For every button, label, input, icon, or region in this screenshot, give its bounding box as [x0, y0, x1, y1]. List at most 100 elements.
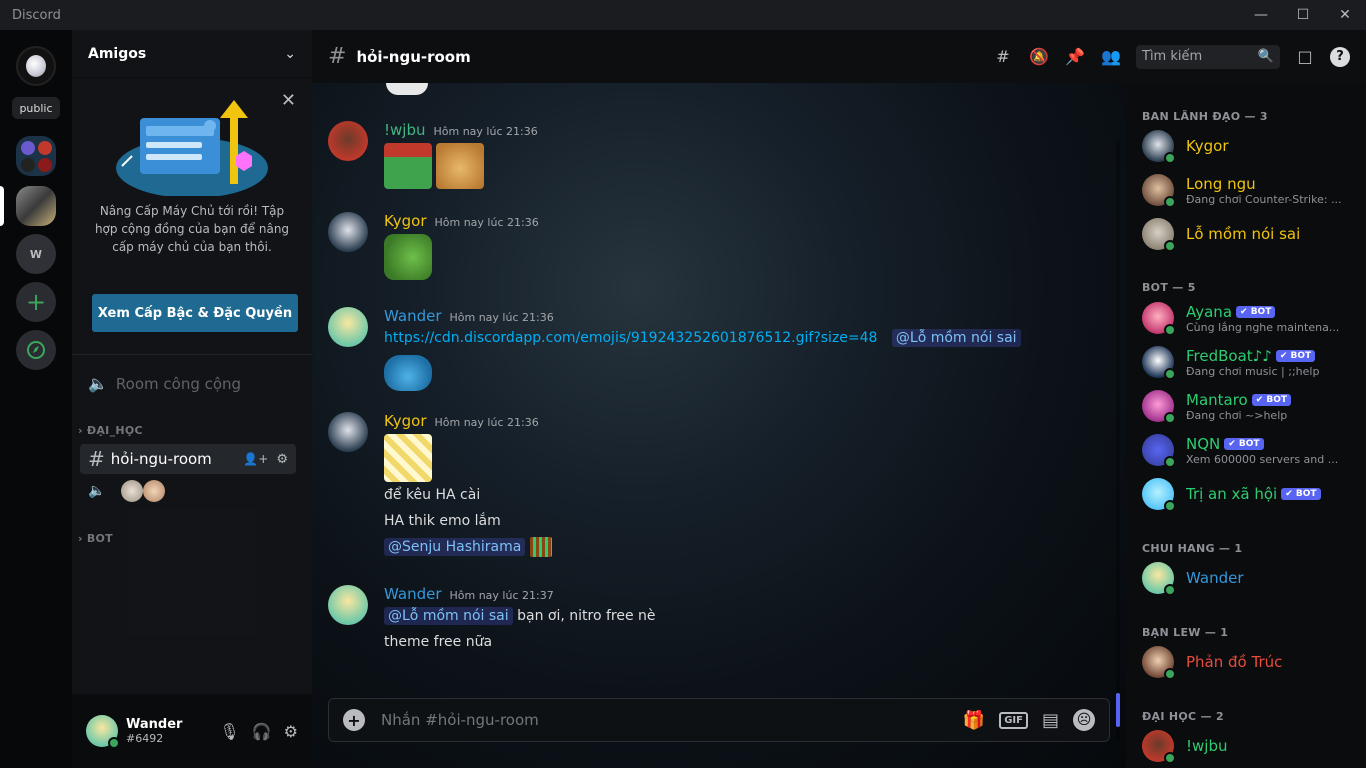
scrollbar-track[interactable] — [1116, 141, 1120, 741]
message-author[interactable]: Wander — [384, 585, 442, 603]
member-item[interactable]: NQN ✔ BOT Xem 600000 servers and ... — [1142, 429, 1358, 471]
doge-emoji-icon[interactable] — [436, 143, 484, 189]
bot-badge: ✔ BOT — [1281, 488, 1321, 500]
maximize-button[interactable]: ☐ — [1282, 0, 1324, 30]
member-item[interactable]: FredBoat♪♪ ✔ BOT Đang chơi music | ;;help — [1142, 341, 1358, 383]
avatar[interactable] — [328, 212, 368, 252]
member-name: Mantaro — [1186, 390, 1248, 409]
avatar[interactable] — [328, 585, 368, 625]
gear-icon[interactable]: ⚙ — [276, 452, 288, 467]
close-window-button[interactable]: ✕ — [1324, 0, 1366, 30]
threads-icon[interactable]: # — [992, 46, 1014, 68]
frog-sword-emoji-icon[interactable] — [384, 234, 432, 280]
avatar — [1142, 390, 1176, 424]
online-status-icon — [108, 737, 120, 749]
voice-channel-public[interactable]: 🔈 Room công cộng — [88, 374, 241, 393]
message-text: bạn ơi, nitro free nè — [517, 608, 656, 624]
user-mention[interactable]: @Lỗ mồm nói sai — [384, 607, 513, 625]
member-item[interactable]: Ayana ✔ BOT Cùng lắng nghe maintena... — [1142, 297, 1358, 339]
avatar[interactable] — [328, 121, 368, 161]
message-input[interactable]: Nhắn #hỏi-ngu-room — [381, 711, 963, 729]
user-mention[interactable]: @Lỗ mồm nói sai — [891, 329, 1021, 347]
message-item: Wander Hôm nay lúc 21:37 @Lỗ mồm nói sai… — [328, 585, 1108, 655]
member-list-icon[interactable]: 👥 — [1100, 46, 1122, 68]
channel-sidebar: Amigos ⌄ ✕ Nâng Cấp Máy Chủ tới rồi! Tập… — [72, 30, 312, 768]
avatar — [1142, 174, 1176, 208]
message-item: Kygor Hôm nay lúc 21:36 — [328, 212, 1108, 280]
voice-channel-row[interactable]: 🔈 — [88, 480, 166, 502]
channel-name: hỏi-ngu-room — [110, 450, 212, 468]
gif-button[interactable]: GIF — [999, 711, 1028, 729]
message-author[interactable]: Kygor — [384, 412, 427, 430]
w-server-icon[interactable]: W — [16, 234, 56, 274]
amigos-server-icon[interactable] — [16, 186, 56, 226]
member-item[interactable]: Long ngu Đang chơi Counter-Strike: ... — [1142, 169, 1358, 211]
speaker-icon: 🔈 — [88, 374, 108, 393]
invite-member-icon[interactable]: 👤+ — [243, 452, 268, 466]
avatar — [143, 480, 166, 502]
minimize-button[interactable]: — — [1240, 0, 1282, 30]
online-status-icon — [1164, 324, 1176, 336]
emoji-picker-icon[interactable]: ☹ — [1073, 709, 1095, 731]
message-image — [386, 83, 428, 95]
view-boost-perks-button[interactable]: Xem Cấp Bậc & Đặc Quyền — [92, 294, 298, 332]
explore-compass-icon[interactable] — [16, 330, 56, 370]
category-label: BOT — [86, 532, 113, 545]
avatar[interactable] — [328, 412, 368, 452]
channel-title: hỏi-ngu-room — [356, 47, 471, 66]
member-item[interactable]: !wjbu — [1142, 725, 1358, 767]
add-server-icon[interactable]: + — [16, 282, 56, 322]
online-status-icon — [1164, 240, 1176, 252]
user-mention[interactable]: @Senju Hashirama — [384, 538, 526, 556]
avatar[interactable] — [328, 307, 368, 347]
home-server-icon[interactable] — [16, 46, 56, 86]
member-activity: Đang chơi ~>help — [1186, 408, 1288, 422]
member-item[interactable]: Lỗ mồm nói sai — [1142, 213, 1358, 255]
message-composer[interactable]: + Nhắn #hỏi-ngu-room 🎁 GIF ▤ ☹ — [328, 698, 1110, 742]
guild-header[interactable]: Amigos ⌄ — [72, 30, 312, 78]
message-timestamp: Hôm nay lúc 21:36 — [433, 125, 538, 138]
search-input[interactable]: Tìm kiếm 🔍 — [1136, 44, 1280, 69]
add-attachment-icon[interactable]: + — [343, 709, 365, 731]
inbox-icon[interactable]: □ — [1294, 46, 1316, 68]
help-icon[interactable]: ? — [1330, 46, 1350, 67]
emoji-link[interactable]: https://cdn.discordapp.com/emojis/919243… — [384, 330, 877, 346]
scrollbar-thumb[interactable] — [1116, 693, 1120, 727]
message-author[interactable]: !wjbu — [384, 121, 425, 139]
close-icon[interactable]: ✕ — [281, 90, 296, 111]
window-title: Discord — [12, 7, 61, 23]
window-controls: — ☐ ✕ — [1240, 0, 1366, 30]
category-bot[interactable]: › BOT — [78, 532, 113, 545]
member-group-title: CHUI HANG — 1 — [1142, 542, 1243, 555]
boost-illustration — [116, 100, 268, 196]
avatar[interactable] — [86, 715, 120, 749]
server-folder-icon[interactable] — [16, 136, 56, 176]
blue-creature-emoji-icon[interactable] — [384, 355, 432, 391]
online-status-icon — [1164, 152, 1176, 164]
member-item[interactable]: Phản đồ Trúc — [1142, 641, 1358, 683]
message-author[interactable]: Kygor — [384, 212, 427, 230]
category-dai-hoc[interactable]: › ĐẠI_HỌC — [78, 424, 143, 437]
online-status-icon — [1164, 412, 1176, 424]
member-item[interactable]: Trị an xã hội ✔ BOT — [1142, 473, 1358, 515]
microphone-icon[interactable]: 🎙 — [219, 722, 239, 741]
bot-badge: ✔ BOT — [1236, 305, 1276, 318]
gear-icon[interactable]: ⚙ — [284, 722, 298, 741]
member-name: Long ngu — [1186, 174, 1256, 193]
notifications-muted-icon[interactable]: 🔕 — [1028, 46, 1050, 68]
voice-channel-label: Room công cộng — [115, 374, 242, 393]
member-item[interactable]: Wander — [1142, 557, 1358, 599]
member-item[interactable]: Kygor — [1142, 125, 1358, 167]
message-author[interactable]: Wander — [384, 307, 442, 325]
online-status-icon — [1164, 456, 1176, 468]
pepe-emoji-icon[interactable] — [384, 143, 432, 189]
divider — [72, 354, 312, 355]
headphones-icon[interactable]: 🎧 — [252, 722, 272, 741]
chain-emoji-icon[interactable] — [384, 434, 432, 482]
sticker-icon[interactable]: ▤ — [1042, 710, 1059, 731]
pin-icon[interactable]: 📌 — [1064, 46, 1086, 68]
channel-hoi-ngu-room[interactable]: # hỏi-ngu-room 👤+ ⚙ — [80, 444, 296, 474]
member-item[interactable]: Mantaro ✔ BOT Đang chơi ~>help — [1142, 385, 1358, 427]
gift-icon[interactable]: 🎁 — [963, 710, 985, 731]
avatar — [1142, 130, 1176, 164]
